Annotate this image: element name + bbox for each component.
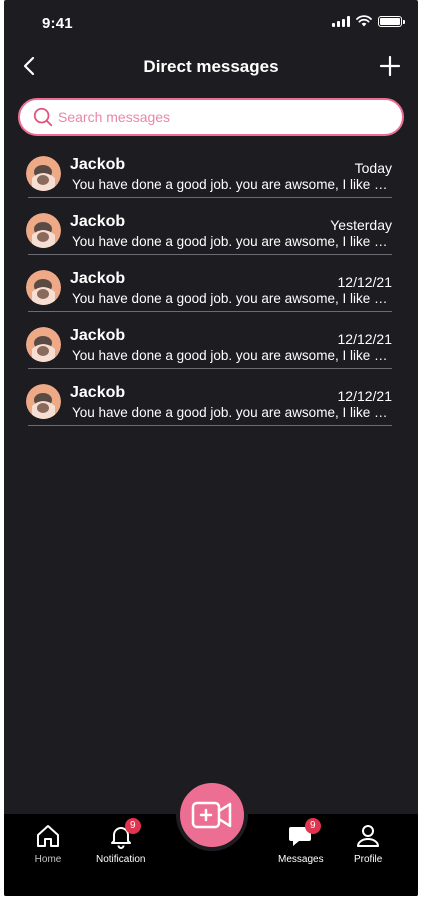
chat-bubble-icon: 9 [287,818,321,850]
divider [28,368,392,369]
avatar [26,327,61,362]
message-preview: You have done a good job. you are awsome… [72,291,392,306]
status-time: 9:41 [42,15,73,32]
contact-name: Jackob [70,213,126,230]
search-input[interactable] [58,109,358,125]
battery-icon [378,15,405,27]
message-preview: You have done a good job. you are awsome… [72,405,392,420]
user-icon [357,825,380,847]
nav-messages-label: Messages [278,854,324,865]
contact-name: Jackob [70,156,126,173]
message-time: 12/12/21 [337,274,393,290]
plus-icon[interactable] [378,54,402,78]
search-icon [33,107,53,127]
conversation-item[interactable]: Jackob 12/12/21 You have done a good job… [26,380,392,437]
message-preview: You have done a good job. you are awsome… [72,234,392,249]
avatar [26,384,61,419]
bell-icon: 9 [107,818,141,850]
nav-profile-label: Profile [354,854,383,865]
message-time: Yesterday [330,217,392,233]
message-preview: You have done a good job. you are awsome… [72,348,392,363]
conversation-item[interactable]: Jackob 12/12/21 You have done a good job… [26,266,392,323]
create-video-button[interactable] [176,779,248,851]
phone-screen: 9:41 Direct messages Search messages Jac… [4,0,418,896]
message-preview: You have done a good job. you are awsome… [72,177,392,192]
messages-badge: 9 [304,818,321,834]
contact-name: Jackob [70,270,126,287]
contact-name: Jackob [70,327,126,344]
home-icon [37,825,59,847]
video-plus-icon [191,801,232,829]
divider [28,254,392,255]
nav-home-label: Home [34,854,62,865]
contact-name: Jackob [70,384,126,401]
message-time: 12/12/21 [337,331,393,347]
conversation-item[interactable]: Jackob Yesterday You have done a good jo… [26,209,392,266]
page-title: Direct messages [143,57,279,76]
conversation-item[interactable]: Jackob 12/12/21 You have done a good job… [26,323,392,380]
nav-home[interactable]: Home [34,822,62,865]
cellular-signal-icon [332,15,350,27]
avatar [26,270,61,305]
status-icons [332,15,405,27]
nav-notification[interactable]: 9 Notification [96,818,146,865]
status-bar: 9:41 [4,0,418,44]
avatar [26,213,61,248]
divider [28,311,392,312]
divider [28,425,392,426]
notification-badge: 9 [124,818,141,834]
search-bar[interactable] [18,98,404,136]
header: Direct messages [4,48,418,86]
divider [28,197,392,198]
nav-profile[interactable]: Profile [354,822,382,865]
conversation-item[interactable]: Jackob Today You have done a good job. y… [26,152,392,209]
wifi-icon [356,15,372,27]
message-time: 12/12/21 [337,388,393,404]
nav-notification-label: Notification [96,854,146,865]
nav-messages[interactable]: 9 Messages [278,818,324,865]
conversation-list: Jackob Today You have done a good job. y… [26,152,392,437]
message-time: Today [354,160,392,176]
avatar [26,156,61,191]
